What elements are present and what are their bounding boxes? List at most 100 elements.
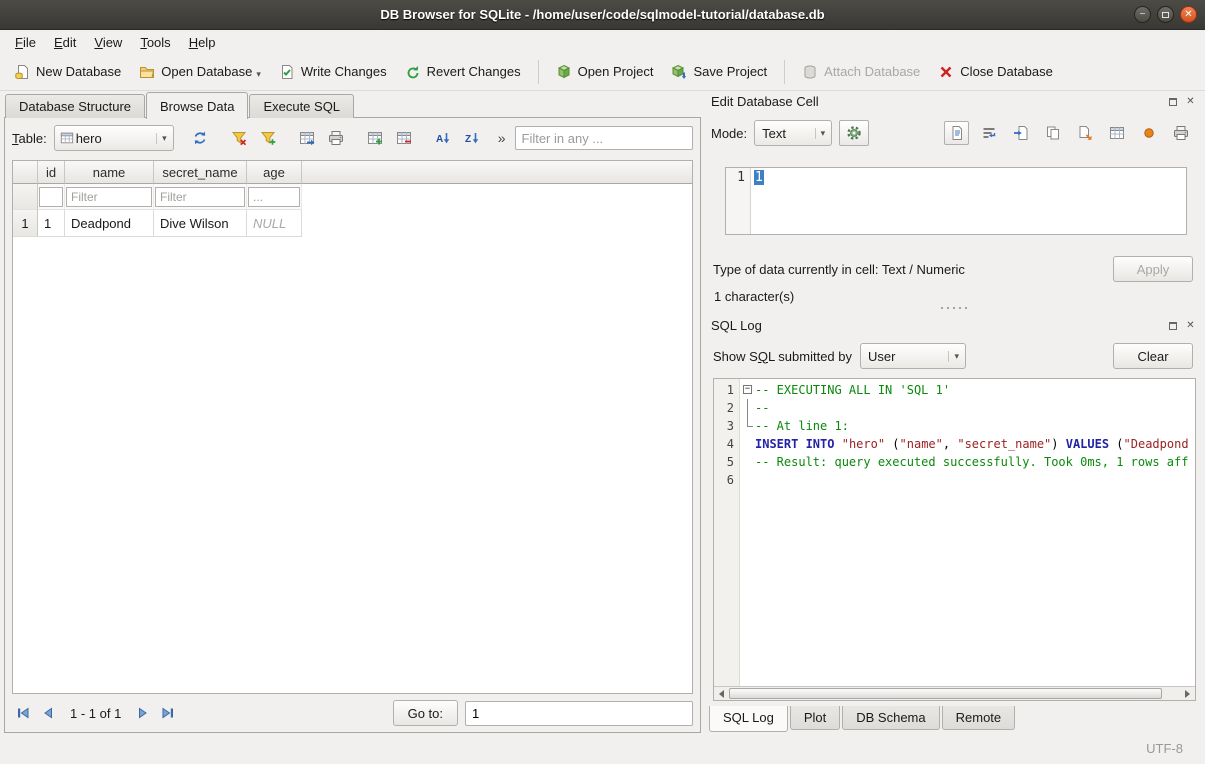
menu-help[interactable]: Help — [180, 33, 225, 52]
tab-execute-sql[interactable]: Execute SQL — [249, 94, 354, 118]
scrollbar-thumb[interactable] — [729, 688, 1162, 699]
menu-edit[interactable]: Edit — [45, 33, 85, 52]
filter-input-id[interactable] — [39, 187, 63, 207]
cell-name[interactable]: Deadpond — [65, 210, 154, 237]
table-select[interactable]: hero ▾ — [54, 125, 174, 151]
scroll-left-icon[interactable] — [714, 687, 729, 700]
tab-db-schema[interactable]: DB Schema — [842, 706, 939, 730]
cell-editor[interactable]: 1 1 — [725, 167, 1187, 235]
toolbar-separator — [784, 60, 785, 84]
clear-filters-button[interactable] — [226, 125, 252, 151]
cell-editor-body[interactable]: 1 — [751, 168, 1186, 234]
column-header-age[interactable]: age — [247, 161, 302, 184]
grid-filter-row — [13, 184, 692, 210]
print-cell-button[interactable] — [1168, 121, 1193, 145]
dock-float-icon[interactable] — [1165, 94, 1180, 109]
close-icon[interactable]: ✕ — [1180, 6, 1197, 23]
dock-float-icon[interactable] — [1165, 318, 1180, 333]
scrollbar-track[interactable] — [729, 687, 1180, 700]
tab-plot[interactable]: Plot — [790, 706, 840, 730]
word-wrap-button[interactable] — [976, 121, 1001, 145]
filter-any-input[interactable] — [515, 126, 694, 150]
sql-log-filter-select[interactable]: User ▾ — [860, 343, 966, 369]
toolbar-overflow-icon[interactable]: » — [496, 130, 508, 146]
close-database-button[interactable]: Close Database — [930, 59, 1061, 85]
delete-record-button[interactable] — [391, 125, 417, 151]
sql-log-line: 2-- — [714, 399, 1195, 417]
attach-database-button[interactable]: Attach Database — [794, 59, 928, 85]
auto-switch-mode-button[interactable] — [839, 120, 869, 146]
next-record-button[interactable] — [132, 702, 154, 724]
encoding-indicator: UTF-8 — [1146, 741, 1183, 756]
minimize-icon[interactable]: − — [1134, 6, 1151, 23]
table-label: Table: — [12, 131, 47, 146]
cell-secret-name[interactable]: Dive Wilson — [154, 210, 247, 237]
sort-ascending-button[interactable]: A — [430, 125, 456, 151]
sql-log-line: 1−-- EXECUTING ALL IN 'SQL 1' — [714, 381, 1195, 399]
maximize-icon[interactable] — [1157, 6, 1174, 23]
table-row[interactable]: 1 1 Deadpond Dive Wilson NULL — [13, 210, 692, 237]
insert-record-button[interactable] — [362, 125, 388, 151]
sql-log-title: SQL Log — [711, 318, 1162, 333]
column-header-secret-name[interactable]: secret_name — [154, 161, 247, 184]
refresh-button[interactable] — [187, 125, 213, 151]
menu-tools[interactable]: Tools — [131, 33, 179, 52]
dock-splitter-handle[interactable] — [706, 303, 1201, 313]
tab-browse-data[interactable]: Browse Data — [146, 92, 248, 119]
filter-input-name[interactable] — [66, 187, 152, 207]
sql-log-editor[interactable]: 1−-- EXECUTING ALL IN 'SQL 1'2--3-- At l… — [713, 378, 1196, 701]
tab-sql-log[interactable]: SQL Log — [709, 706, 788, 732]
tab-remote[interactable]: Remote — [942, 706, 1016, 730]
tab-database-structure[interactable]: Database Structure — [5, 94, 145, 118]
title-bar[interactable]: DB Browser for SQLite - /home/user/code/… — [0, 0, 1205, 30]
grid-header-filler — [302, 161, 692, 184]
dock-tab-bar: SQL Log Plot DB Schema Remote — [709, 706, 1017, 733]
print-table-button[interactable] — [323, 125, 349, 151]
column-header-id[interactable]: id — [38, 161, 65, 184]
save-filter-button[interactable] — [255, 125, 281, 151]
data-grid: id name secret_name age 1 1 — [12, 160, 693, 694]
open-in-table-button[interactable] — [1104, 121, 1129, 145]
sql-log-line: 6 — [714, 471, 1195, 489]
goto-input[interactable] — [465, 701, 693, 726]
status-bar: UTF-8 — [0, 733, 1205, 764]
sql-log-line: 3-- At line 1: — [714, 417, 1195, 435]
column-header-name[interactable]: name — [65, 161, 154, 184]
menu-view[interactable]: View — [85, 33, 131, 52]
filter-input-age[interactable] — [248, 187, 300, 207]
dock-close-icon[interactable]: ✕ — [1183, 318, 1198, 333]
first-record-button[interactable] — [12, 702, 34, 724]
set-null-button[interactable] — [1136, 121, 1161, 145]
last-record-button[interactable] — [157, 702, 179, 724]
new-database-label: New Database — [36, 64, 121, 79]
text-mode-button[interactable] — [944, 121, 969, 145]
export-table-button[interactable] — [294, 125, 320, 151]
write-changes-button[interactable]: Write Changes — [271, 59, 395, 85]
edit-cell-dock-title: Edit Database Cell ✕ — [711, 91, 1198, 112]
attach-database-icon — [802, 64, 818, 80]
previous-record-button[interactable] — [37, 702, 59, 724]
new-database-button[interactable]: New Database — [6, 59, 129, 85]
cell-id[interactable]: 1 — [38, 210, 65, 237]
save-as-button[interactable] — [1072, 121, 1097, 145]
import-file-button[interactable] — [1008, 121, 1033, 145]
dock-close-icon[interactable]: ✕ — [1183, 94, 1198, 109]
mode-select[interactable]: Text ▾ — [754, 120, 832, 146]
close-database-label: Close Database — [960, 64, 1053, 79]
apply-button[interactable]: Apply — [1113, 256, 1193, 282]
open-database-button[interactable]: Open Database ▾ — [131, 59, 269, 85]
open-project-button[interactable]: Open Project — [548, 59, 662, 85]
goto-button[interactable]: Go to: — [393, 700, 458, 726]
sort-descending-button[interactable]: Z — [459, 125, 485, 151]
sql-log-hscrollbar[interactable] — [714, 686, 1195, 700]
scroll-right-icon[interactable] — [1180, 687, 1195, 700]
grid-filter-filler — [302, 184, 692, 210]
filter-input-secret-name[interactable] — [155, 187, 245, 207]
menu-file[interactable]: File — [6, 33, 45, 52]
save-project-button[interactable]: Save Project — [663, 59, 775, 85]
clear-log-button[interactable]: Clear — [1113, 343, 1193, 369]
export-file-button[interactable] — [1040, 121, 1065, 145]
cell-age[interactable]: NULL — [247, 210, 302, 237]
revert-changes-button[interactable]: Revert Changes — [397, 59, 529, 85]
sql-log-line: 4INSERT INTO "hero" ("name", "secret_nam… — [714, 435, 1195, 453]
